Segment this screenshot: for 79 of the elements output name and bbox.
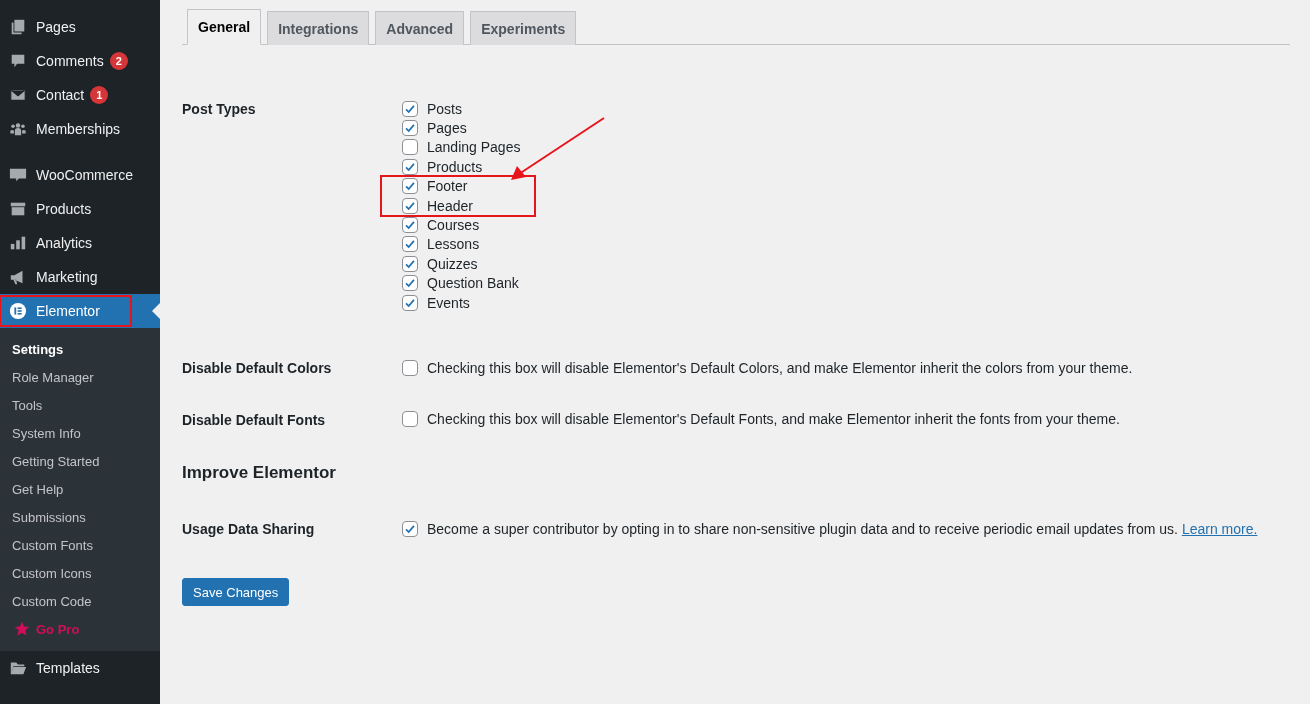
checkbox[interactable] — [402, 100, 418, 117]
checkbox[interactable] — [402, 255, 418, 272]
sidebar-item[interactable]: Marketing — [0, 260, 160, 294]
elementor-icon — [9, 302, 27, 320]
menu-label: Comments — [36, 52, 104, 71]
sidebar-item[interactable]: Comments 2 — [0, 44, 160, 78]
submenu-item[interactable]: Getting Started — [0, 447, 160, 475]
checkbox[interactable] — [402, 197, 418, 214]
setting-label: Usage Data Sharing — [182, 520, 316, 539]
menu-label: Templates — [36, 659, 100, 678]
bar-chart-icon — [9, 234, 27, 252]
checkbox[interactable] — [402, 120, 418, 137]
sidebar-item[interactable]: WooCommerce — [0, 158, 160, 192]
checkbox-label: Header — [427, 197, 473, 214]
checkbox-label: Events — [427, 294, 470, 311]
submenu-item[interactable]: System Info — [0, 419, 160, 447]
settings-tab[interactable]: Advanced — [375, 11, 465, 45]
sidebar-item[interactable]: Analytics — [0, 226, 160, 260]
checkbox[interactable] — [402, 275, 418, 292]
checkbox[interactable] — [402, 236, 418, 253]
pages-icon — [9, 18, 27, 36]
checkbox[interactable] — [402, 217, 418, 234]
sidebar-item[interactable]: Pages — [0, 10, 160, 44]
submenu-item[interactable]: Settings — [0, 335, 160, 363]
checkbox[interactable] — [402, 411, 418, 428]
speech-tag-icon — [9, 166, 27, 184]
menu-label: Analytics — [36, 234, 93, 253]
menu-label: WooCommerce — [36, 166, 133, 185]
checkbox[interactable] — [402, 139, 418, 156]
submenu-item[interactable]: Custom Code — [0, 587, 160, 615]
checkbox-label: Posts — [427, 100, 462, 117]
submenu-item[interactable]: Submissions — [0, 503, 160, 531]
archive-box-icon — [9, 200, 27, 218]
checkbox-label: Question Bank — [427, 275, 519, 292]
checkbox[interactable] — [402, 294, 418, 311]
menu-label: Contact — [36, 86, 85, 105]
checkbox-label: Pages — [427, 120, 467, 137]
setting-label: Disable Default Fonts — [182, 410, 327, 430]
menu-label: Pages — [36, 18, 76, 37]
checkbox-label: Products — [427, 158, 483, 175]
speech-bubble-icon — [9, 52, 27, 70]
submenu-item[interactable]: Get Help — [0, 475, 160, 503]
sidebar-item[interactable]: Products — [0, 192, 160, 226]
setting-label: Post Types — [182, 100, 257, 119]
checkbox-label: Lessons — [427, 236, 480, 253]
checkbox-label: Quizzes — [427, 255, 478, 272]
setting-label: Disable Default Colors — [182, 359, 333, 378]
submenu-item[interactable]: Role Manager — [0, 363, 160, 391]
checkbox[interactable] — [402, 520, 418, 537]
sidebar-item[interactable]: Elementor — [0, 294, 160, 328]
submenu-item[interactable]: Tools — [0, 391, 160, 419]
sidebar-item[interactable]: Templates — [0, 651, 160, 685]
menu-label: Memberships — [36, 120, 121, 139]
checkbox[interactable] — [402, 158, 418, 175]
star-icon — [14, 621, 30, 637]
checkbox-label: Landing Pages — [427, 139, 521, 156]
sidebar-item[interactable]: Contact 1 — [0, 78, 160, 112]
section-heading: Improve Elementor — [182, 463, 337, 484]
checkbox-label: Courses — [427, 217, 480, 234]
menu-label: Products — [36, 200, 92, 219]
checkbox[interactable] — [402, 178, 418, 195]
settings-tab[interactable]: Experiments — [470, 11, 577, 45]
people-icon — [9, 120, 27, 138]
settings-tab[interactable]: Integrations — [267, 11, 370, 45]
checkbox-description: Checking this box will disable Elementor's Default Fonts, and make Elementor inherit the fonts from your theme. — [427, 411, 1120, 428]
count-badge: 2 — [109, 52, 128, 70]
menu-label: Marketing — [36, 268, 98, 287]
checkbox-label: Footer — [427, 178, 468, 195]
checkbox-description: Checking this box will disable Elementor's Default Colors, and make Elementor inherit the colors from your theme. — [427, 360, 1133, 376]
count-badge: 1 — [90, 86, 109, 104]
checkbox[interactable] — [402, 360, 418, 376]
submenu-item[interactable]: Custom Fonts — [0, 531, 160, 559]
submenu-item[interactable]: Custom Icons — [0, 559, 160, 587]
settings-tab[interactable]: General — [187, 9, 262, 45]
sidebar-item[interactable]: Memberships — [0, 112, 160, 146]
menu-label: Elementor — [1, 297, 130, 325]
save-button[interactable]: Save Changes — [182, 578, 290, 607]
learn-more-link[interactable]: Learn more. — [1181, 520, 1258, 537]
checkbox-description: Become a super contributor by opting in to share non-sensitive plugin data and to receive periodic email updates from us. Learn more. — [427, 520, 1258, 537]
